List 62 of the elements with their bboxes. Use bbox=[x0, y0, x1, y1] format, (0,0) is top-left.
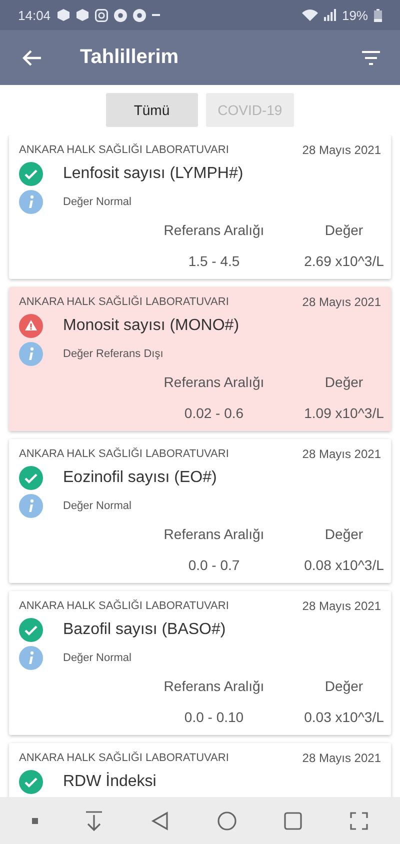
result-card[interactable]: ANKARA HALK SAĞLIĞI LABORATUVARI 28 Mayıs 2021 RDW İndeksi bbox=[9, 743, 391, 797]
lab-name: ANKARA HALK SAĞLIĞI LABORATUVARI bbox=[19, 448, 230, 460]
result-date: 28 Mayıs 2021 bbox=[302, 447, 381, 461]
reference-range: 0.0 - 0.10 bbox=[183, 709, 245, 725]
test-name: Bazofil sayısı (BASO#) bbox=[63, 621, 226, 639]
wifi-icon bbox=[302, 8, 318, 22]
info-icon bbox=[19, 494, 43, 518]
status-time: 14:04 bbox=[18, 8, 51, 22]
cube-icon bbox=[56, 8, 70, 22]
battery-percent: 19% bbox=[342, 8, 368, 22]
checkmark-icon bbox=[19, 162, 43, 186]
battery-icon bbox=[374, 8, 382, 22]
checkmark-icon bbox=[19, 618, 43, 642]
status-text: Değer Referans Dışı bbox=[63, 348, 164, 360]
camera-icon bbox=[94, 8, 108, 22]
reference-range: 0.02 - 0.6 bbox=[183, 405, 245, 421]
status-text: Değer Normal bbox=[63, 500, 132, 512]
result-card[interactable]: ANKARA HALK SAĞLIĞI LABORATUVARI 28 Mayıs 2021 Bazofil sayısı (BASO#) Değer Normal Referans Aralığı Değer 0.0 - 0.10 0.03 x10^3/L bbox=[9, 591, 391, 735]
info-icon bbox=[19, 646, 43, 670]
signal-icon bbox=[324, 9, 336, 21]
result-card[interactable]: ANKARA HALK SAĞLIĞI LABORATUVARI 28 Mayıs 2021 Eozinofil sayısı (EO#) Değer Normal Referans Aralığı Değer 0.0 - 0.7 0.08 x10^3/L bbox=[9, 439, 391, 583]
checkmark-icon bbox=[19, 466, 43, 490]
column-label: Referans Aralığı bbox=[162, 678, 266, 694]
test-name: Eozinofil sayısı (EO#) bbox=[63, 469, 217, 487]
result-value: 2.69 x10^3/L bbox=[303, 253, 385, 269]
result-date: 28 Mayıs 2021 bbox=[302, 143, 381, 157]
dash-icon bbox=[152, 13, 160, 17]
checkmark-icon bbox=[19, 770, 43, 794]
reference-range: 1.5 - 4.5 bbox=[187, 253, 241, 269]
lab-name: ANKARA HALK SAĞLIĞI LABORATUVARI bbox=[19, 600, 230, 612]
info-icon bbox=[19, 190, 43, 214]
result-value: 0.03 x10^3/L bbox=[303, 709, 385, 725]
lab-name: ANKARA HALK SAĞLIĞI LABORATUVARI bbox=[19, 144, 230, 156]
browser-icon bbox=[132, 8, 146, 22]
test-name: Lenfosit sayısı (LYMPH#) bbox=[63, 165, 244, 183]
lab-name: ANKARA HALK SAĞLIĞI LABORATUVARI bbox=[19, 296, 230, 308]
result-card[interactable]: ANKARA HALK SAĞLIĞI LABORATUVARI 28 Mayıs 2021 Monosit sayısı (MONO#) Değer Referans Dışı Referans Aralığı Değer 0.02 - 0.6 1.09 x10^3/L bbox=[9, 287, 391, 431]
result-date: 28 Mayıs 2021 bbox=[302, 751, 381, 765]
filter-tab[interactable]: Tümü bbox=[106, 93, 198, 127]
result-value: 1.09 x10^3/L bbox=[303, 405, 385, 421]
status-text: Değer Normal bbox=[63, 196, 132, 208]
result-date: 28 Mayıs 2021 bbox=[302, 295, 381, 309]
column-label: Değer bbox=[324, 678, 364, 694]
test-name: Monosit sayısı (MONO#) bbox=[63, 317, 240, 335]
test-name: RDW İndeksi bbox=[63, 773, 156, 791]
lab-name: ANKARA HALK SAĞLIĞI LABORATUVARI bbox=[19, 752, 230, 764]
column-label: Referans Aralığı bbox=[162, 526, 266, 542]
reference-range: 0.0 - 0.7 bbox=[187, 557, 241, 573]
cube-icon bbox=[76, 8, 89, 22]
result-card[interactable]: ANKARA HALK SAĞLIĞI LABORATUVARI 28 Mayıs 2021 Lenfosit sayısı (LYMPH#) Değer Normal Referans Aralığı Değer 1.5 - 4.5 2.69 x10^3/L bbox=[9, 135, 391, 279]
warning-icon bbox=[19, 314, 43, 338]
column-label: Referans Aralığı bbox=[162, 222, 266, 238]
status-text: Değer Normal bbox=[63, 652, 132, 664]
result-value: 0.08 x10^3/L bbox=[303, 557, 385, 573]
column-label: Değer bbox=[324, 526, 364, 542]
page-title: Tahlillerim bbox=[80, 46, 180, 69]
column-label: Değer bbox=[324, 374, 364, 390]
column-label: Referans Aralığı bbox=[162, 374, 266, 390]
info-icon bbox=[19, 342, 43, 366]
browser-icon bbox=[114, 8, 127, 22]
column-label: Değer bbox=[324, 222, 364, 238]
result-date: 28 Mayıs 2021 bbox=[302, 599, 381, 613]
